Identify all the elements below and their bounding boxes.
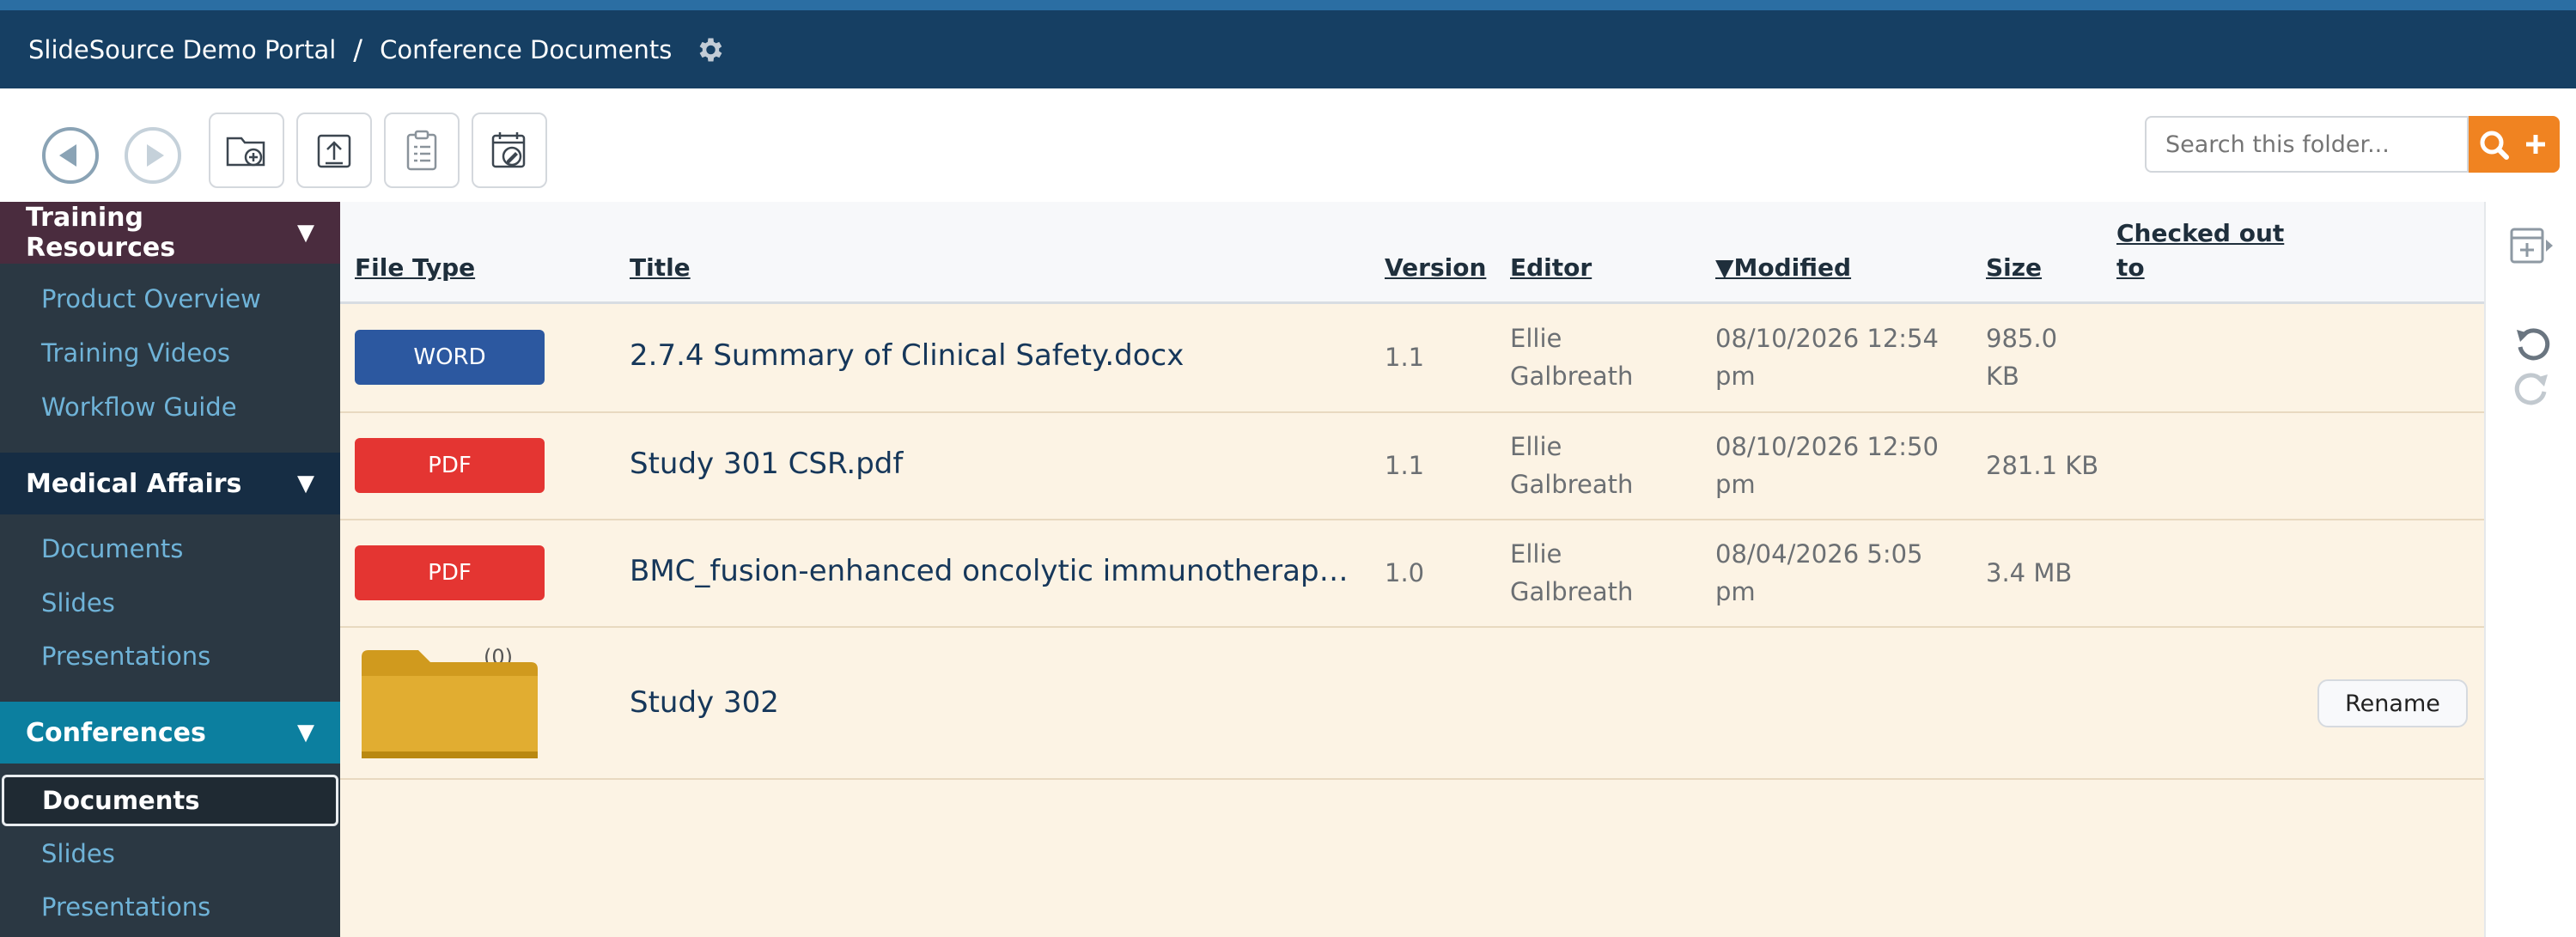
column-size[interactable]: Size — [1986, 253, 2042, 282]
document-title-link[interactable]: Study 301 CSR.pdf — [630, 447, 903, 481]
column-editor[interactable]: Editor — [1510, 253, 1592, 282]
document-title-link[interactable]: 2.7.4 Summary of Clinical Safety.docx — [630, 338, 1184, 373]
column-checked-out[interactable]: Checked out — [2116, 219, 2284, 247]
folder-title-link[interactable]: Study 302 — [630, 685, 779, 720]
editor-first: Ellie — [1510, 324, 1562, 353]
gear-icon[interactable] — [694, 34, 725, 65]
right-rail — [2484, 202, 2576, 937]
modified-date: 08/04/2026 5:05 — [1715, 539, 1923, 569]
modified-ampm: pm — [1715, 470, 1756, 499]
editor-last: Galbreath — [1510, 577, 1634, 606]
edit-calendar-button[interactable] — [472, 113, 547, 188]
column-checked-out-to[interactable]: to — [2116, 253, 2145, 282]
breadcrumb-portal[interactable]: SlideSource Demo Portal — [28, 35, 336, 64]
folder-icon[interactable] — [362, 650, 538, 758]
sidebar-item-slides[interactable]: Slides — [41, 839, 115, 868]
editor-last: Galbreath — [1510, 362, 1634, 391]
sidebar-section-title: Training Resources — [26, 203, 176, 263]
size-unit: KB — [1986, 362, 2019, 391]
file-type-badge-pdf: PDF — [355, 438, 545, 493]
modified-date: 08/10/2026 12:50 — [1715, 432, 1939, 461]
version-value: 1.1 — [1385, 451, 1425, 480]
back-button[interactable] — [42, 127, 99, 184]
search-input[interactable] — [2145, 116, 2469, 173]
size-value: 985.0 — [1986, 324, 2058, 353]
size-value: 281.1 KB — [1986, 451, 2099, 480]
sidebar-section-conferences[interactable]: Conferences ▼ — [0, 702, 340, 764]
upload-icon — [317, 134, 351, 168]
sidebar-item-slides[interactable]: Slides — [41, 588, 115, 618]
sidebar-item-product-overview[interactable]: Product Overview — [41, 284, 261, 313]
rename-button[interactable]: Rename — [2317, 679, 2468, 727]
size-value: 3.4 MB — [1986, 558, 2073, 587]
search-icon — [2480, 131, 2509, 160]
calendar-edit-icon — [491, 132, 526, 168]
add-panel-icon[interactable] — [2510, 226, 2555, 269]
redo-icon[interactable] — [2513, 371, 2551, 412]
top-bar: SlideSource Demo Portal / Conference Doc… — [0, 0, 2576, 88]
chevron-down-icon: ▼ — [297, 720, 314, 745]
editor-first: Ellie — [1510, 432, 1562, 461]
clipboard-list-icon — [406, 130, 437, 171]
sidebar-item-training-videos[interactable]: Training Videos — [41, 338, 230, 368]
editor-last: Galbreath — [1510, 470, 1634, 499]
sidebar-item-documents[interactable]: Documents — [41, 534, 183, 563]
chevron-down-icon: ▼ — [297, 220, 314, 246]
sidebar-section-title: Conferences — [26, 717, 206, 748]
search-button[interactable] — [2469, 116, 2560, 173]
sidebar-item-presentations[interactable]: Presentations — [41, 892, 210, 922]
file-type-badge-word: WORD — [355, 330, 545, 385]
column-modified[interactable]: ▼Modified — [1715, 253, 1851, 282]
version-value: 1.1 — [1385, 343, 1425, 372]
forward-button[interactable] — [125, 127, 181, 184]
sidebar-item-documents-active[interactable]: Documents — [2, 775, 338, 826]
properties-button[interactable] — [384, 113, 460, 188]
new-folder-button[interactable] — [209, 113, 284, 188]
document-title-link[interactable]: BMC_fusion-enhanced oncolytic immunother… — [630, 554, 1349, 588]
modified-ampm: pm — [1715, 362, 1756, 391]
version-value: 1.0 — [1385, 558, 1425, 587]
undo-icon[interactable] — [2513, 326, 2551, 368]
sidebar-item-workflow-guide[interactable]: Workflow Guide — [41, 392, 237, 422]
sidebar-section-training-resources[interactable]: Training Resources ▼ — [0, 202, 340, 264]
column-version[interactable]: Version — [1385, 253, 1486, 282]
modified-ampm: pm — [1715, 577, 1756, 606]
upload-button[interactable] — [296, 113, 372, 188]
file-type-badge-pdf: PDF — [355, 545, 545, 600]
breadcrumb-current[interactable]: Conference Documents — [380, 35, 672, 64]
column-file-type[interactable]: File Type — [355, 253, 475, 282]
column-title[interactable]: Title — [630, 253, 691, 282]
breadcrumb-separator: / — [353, 33, 363, 66]
editor-first: Ellie — [1510, 539, 1562, 569]
sidebar-item-presentations[interactable]: Presentations — [41, 642, 210, 671]
sidebar-section-title: Medical Affairs — [26, 468, 242, 499]
modified-date: 08/10/2026 12:54 — [1715, 324, 1939, 353]
chevron-down-icon: ▼ — [297, 471, 314, 496]
folder-add-icon — [226, 137, 265, 167]
sidebar-section-medical-affairs[interactable]: Medical Affairs ▼ — [0, 453, 340, 514]
plus-icon — [2526, 135, 2545, 154]
